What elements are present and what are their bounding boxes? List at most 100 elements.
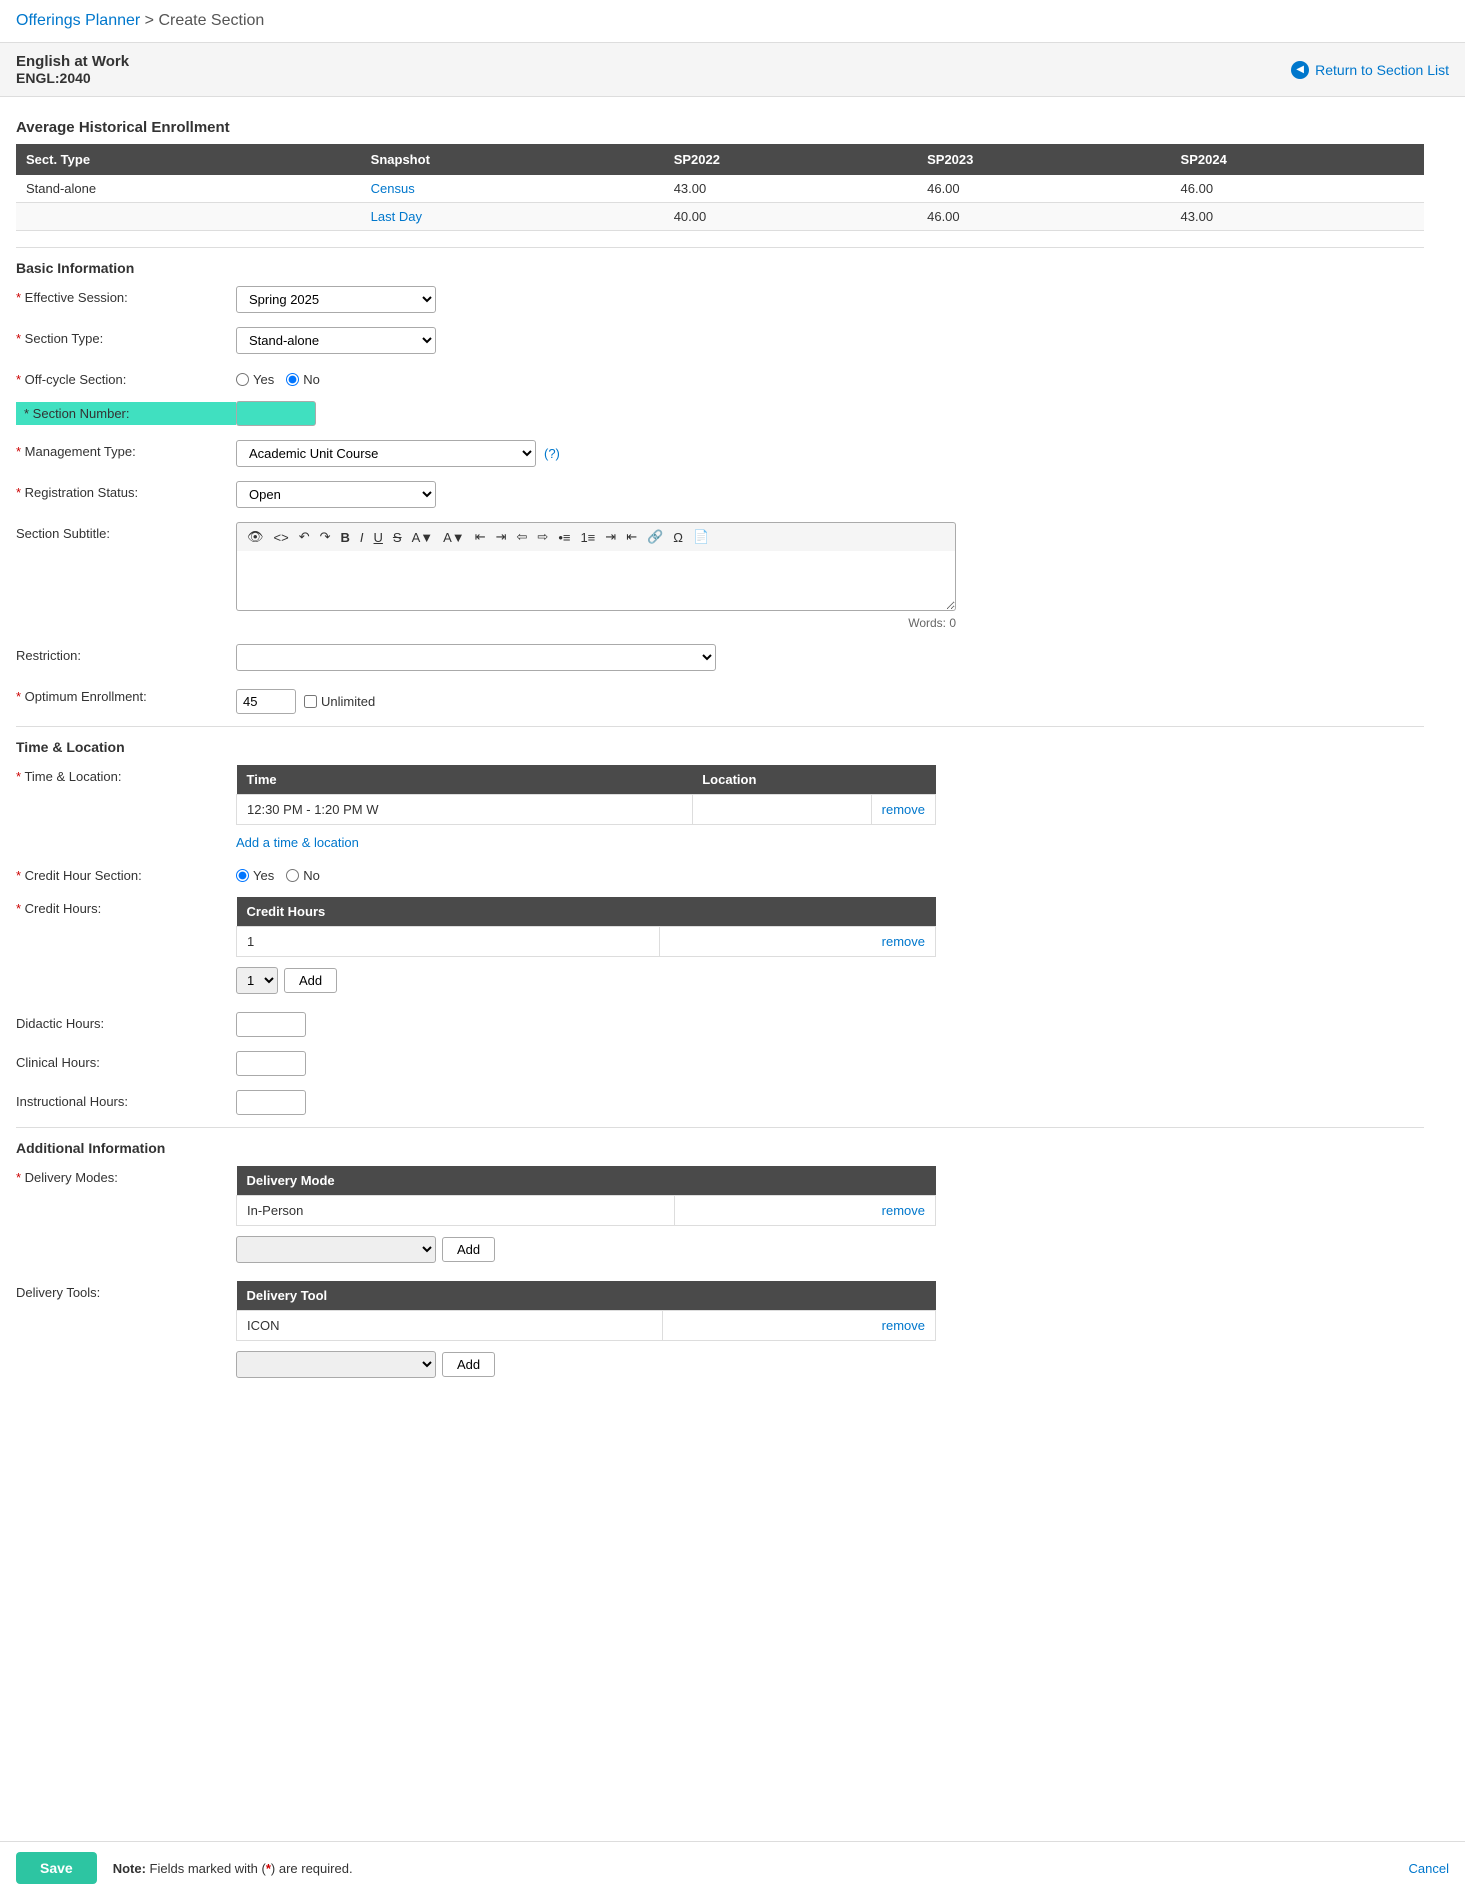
- add-time-location-link[interactable]: Add a time & location: [236, 835, 359, 850]
- note-label: Note:: [113, 1861, 146, 1876]
- optimum-enrollment-label: Optimum Enrollment:: [16, 685, 236, 704]
- toolbar-align-right-btn[interactable]: ⇦: [513, 527, 532, 547]
- toolbar-special-btn[interactable]: 📄: [689, 527, 713, 547]
- time-location-content: Time Location 12:30 PM - 1:20 PM W remov…: [236, 765, 936, 850]
- toolbar-align-justify-btn[interactable]: ⇨: [533, 527, 552, 547]
- toolbar-outdent-btn[interactable]: ⇤: [622, 527, 641, 547]
- toolbar-underline-btn[interactable]: U: [370, 528, 387, 547]
- off-cycle-yes-radio[interactable]: [236, 373, 249, 386]
- clinical-hours-input[interactable]: [236, 1051, 306, 1076]
- enrollment-cell-sp2023: 46.00: [917, 203, 1170, 231]
- toolbar-highlight-btn[interactable]: A▼: [439, 528, 469, 547]
- delivery-mode-remove-link[interactable]: remove: [882, 1203, 925, 1218]
- page-footer: Save Note: Fields marked with (*) are re…: [0, 1841, 1465, 1894]
- enrollment-table: Sect. Type Snapshot SP2022 SP2023 SP2024…: [16, 144, 1424, 231]
- off-cycle-no-radio[interactable]: [286, 373, 299, 386]
- cancel-link[interactable]: Cancel: [1409, 1861, 1449, 1876]
- delivery-tools-add-select[interactable]: ICON Canvas Other: [236, 1351, 436, 1378]
- toolbar-list-ul-btn[interactable]: •≡: [554, 528, 574, 547]
- toolbar-font-color-btn[interactable]: A▼: [408, 528, 438, 547]
- off-cycle-no-label[interactable]: No: [286, 372, 320, 387]
- unlimited-checkbox[interactable]: [304, 695, 317, 708]
- toolbar-undo-btn[interactable]: ↶: [295, 527, 314, 547]
- section-subtitle-row: Section Subtitle: 👁 <> ↶ ↷ B I U S A▼ A▼…: [16, 520, 1424, 632]
- credit-hours-add-btn[interactable]: Add: [284, 968, 337, 993]
- save-button[interactable]: Save: [16, 1852, 97, 1884]
- credit-hour-no-radio[interactable]: [286, 869, 299, 882]
- credit-hours-remove-cell: remove: [660, 927, 936, 957]
- toolbar-bold-btn[interactable]: B: [337, 528, 354, 547]
- toolbar-align-left-btn[interactable]: ⇤: [471, 527, 490, 547]
- section-subtitle-textarea[interactable]: [236, 551, 956, 611]
- unlimited-label[interactable]: Unlimited: [304, 694, 375, 709]
- section-type-select[interactable]: Stand-alone Component Combined: [236, 327, 436, 354]
- registration-status-row: Registration Status: Open Closed Pending: [16, 479, 1424, 510]
- section-number-input[interactable]: [236, 401, 316, 426]
- delivery-tool-remove-cell: remove: [663, 1311, 936, 1341]
- delivery-modes-add-select[interactable]: In-Person Online Hybrid: [236, 1236, 436, 1263]
- delivery-tool-col-header: Delivery Tool: [237, 1281, 663, 1311]
- credit-hour-section-radio-group: Yes No: [236, 864, 320, 883]
- section-number-row: * Section Number:: [16, 399, 1424, 428]
- credit-hours-remove-link[interactable]: remove: [882, 934, 925, 949]
- toolbar-code-btn[interactable]: <>: [270, 528, 293, 547]
- management-type-select[interactable]: Academic Unit Course Departmental Other: [236, 440, 536, 467]
- didactic-hours-row: Didactic Hours:: [16, 1010, 1424, 1039]
- section-subtitle-label: Section Subtitle:: [16, 522, 236, 541]
- toolbar-list-ol-btn[interactable]: 1≡: [576, 528, 599, 547]
- toolbar-link-btn[interactable]: 🔗: [643, 527, 667, 547]
- section-type-field[interactable]: Stand-alone Component Combined: [236, 327, 436, 354]
- toolbar-eye-btn[interactable]: 👁: [243, 527, 268, 547]
- delivery-modes-add-btn[interactable]: Add: [442, 1237, 495, 1262]
- clinical-hours-label: Clinical Hours:: [16, 1051, 236, 1070]
- registration-status-select[interactable]: Open Closed Pending: [236, 481, 436, 508]
- management-type-help[interactable]: (?): [544, 446, 560, 461]
- delivery-modes-label: Delivery Modes:: [16, 1166, 236, 1185]
- off-cycle-row: Off-cycle Section: Yes No: [16, 366, 1424, 389]
- credit-hours-table: Credit Hours 1 remove: [236, 897, 936, 957]
- instructional-hours-input[interactable]: [236, 1090, 306, 1115]
- delivery-mode-row: In-Person remove: [237, 1196, 936, 1226]
- toolbar-redo-btn[interactable]: ↷: [316, 527, 335, 547]
- credit-hours-label: Credit Hours:: [16, 897, 236, 916]
- credit-hour-yes-label[interactable]: Yes: [236, 868, 274, 883]
- credit-hours-remove-col: [660, 897, 936, 927]
- return-to-section-list-link[interactable]: ◀ Return to Section List: [1291, 61, 1449, 79]
- breadcrumb-app-link[interactable]: Offerings Planner: [16, 12, 140, 29]
- delivery-modes-add-row: In-Person Online Hybrid Add: [236, 1232, 936, 1267]
- delivery-modes-table: Delivery Mode In-Person remove: [236, 1166, 936, 1226]
- credit-hours-add-select[interactable]: 1 2 3 4 5: [236, 967, 278, 994]
- enrollment-col-sp2023: SP2023: [917, 144, 1170, 175]
- delivery-tool-row: ICON remove: [237, 1311, 936, 1341]
- toolbar-indent-btn[interactable]: ⇥: [601, 527, 620, 547]
- time-location-remove-link[interactable]: remove: [882, 802, 925, 817]
- toolbar-strikethrough-btn[interactable]: S: [389, 528, 406, 547]
- delivery-tool-remove-link[interactable]: remove: [882, 1318, 925, 1333]
- toolbar-omega-btn[interactable]: Ω: [669, 528, 687, 547]
- time-col-header: Time: [237, 765, 693, 795]
- toolbar-italic-btn[interactable]: I: [356, 528, 368, 547]
- optimum-enrollment-input[interactable]: [236, 689, 296, 714]
- effective-session-field[interactable]: Spring 2025 Fall 2025 Summer 2025: [236, 286, 436, 313]
- enrollment-row: Stand-alone Census 43.00 46.00 46.00: [16, 175, 1424, 203]
- time-location-row: 12:30 PM - 1:20 PM W remove: [237, 795, 936, 825]
- enrollment-row: Last Day 40.00 46.00 43.00: [16, 203, 1424, 231]
- restriction-select[interactable]: [236, 644, 716, 671]
- optimum-enrollment-field: Unlimited: [236, 685, 375, 714]
- delivery-tools-add-btn[interactable]: Add: [442, 1352, 495, 1377]
- section-number-label: * Section Number:: [16, 402, 236, 425]
- time-location-heading: Time & Location: [16, 739, 1424, 755]
- credit-hour-yes-radio[interactable]: [236, 869, 249, 882]
- toolbar-align-center-btn[interactable]: ⇥: [492, 527, 511, 547]
- optimum-enrollment-row: Optimum Enrollment: Unlimited: [16, 683, 1424, 716]
- delivery-tool-remove-col: [663, 1281, 936, 1311]
- divider-3: [16, 1127, 1424, 1128]
- credit-hour-no-label[interactable]: No: [286, 868, 320, 883]
- didactic-hours-input[interactable]: [236, 1012, 306, 1037]
- return-icon: ◀: [1291, 61, 1309, 79]
- credit-hours-row: Credit Hours: Credit Hours 1 remove 1 2 …: [16, 895, 1424, 1000]
- management-type-row: Management Type: Academic Unit Course De…: [16, 438, 1424, 469]
- effective-session-select[interactable]: Spring 2025 Fall 2025 Summer 2025: [236, 286, 436, 313]
- off-cycle-yes-label[interactable]: Yes: [236, 372, 274, 387]
- additional-info-heading: Additional Information: [16, 1140, 1424, 1156]
